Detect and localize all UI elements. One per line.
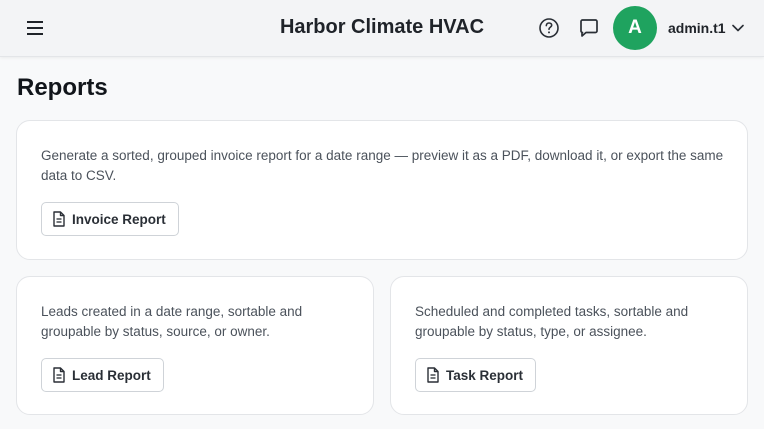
avatar[interactable]: A	[613, 6, 657, 50]
document-icon	[426, 367, 440, 383]
username-label: admin.t1	[668, 20, 726, 36]
menu-icon[interactable]	[24, 17, 48, 39]
page-title: Reports	[17, 74, 108, 101]
task-report-button[interactable]: Task Report	[415, 358, 537, 392]
task-report-description: Scheduled and completed tasks, sortable …	[415, 304, 689, 339]
help-icon[interactable]	[537, 16, 561, 40]
user-menu[interactable]: admin.t1	[668, 17, 744, 39]
lead-report-card: Leads created in a date range, sortable …	[16, 276, 374, 415]
task-report-card: Scheduled and completed tasks, sortable …	[390, 276, 748, 415]
chat-icon[interactable]	[577, 16, 601, 40]
lead-report-button-label: Lead Report	[72, 367, 151, 383]
chevron-down-icon	[731, 19, 744, 37]
invoice-report-card: Generate a sorted, grouped invoice repor…	[16, 120, 748, 260]
invoice-report-button-label: Invoice Report	[72, 211, 166, 227]
lead-report-description: Leads created in a date range, sortable …	[41, 304, 303, 339]
top-bar: Harbor Climate HVAC A admin.t1	[0, 0, 764, 57]
invoice-report-button[interactable]: Invoice Report	[41, 202, 179, 236]
invoice-report-description: Generate a sorted, grouped invoice repor…	[41, 148, 724, 183]
document-icon	[52, 211, 66, 227]
lead-report-button[interactable]: Lead Report	[41, 358, 164, 392]
task-report-button-label: Task Report	[446, 367, 524, 383]
document-icon	[52, 367, 66, 383]
